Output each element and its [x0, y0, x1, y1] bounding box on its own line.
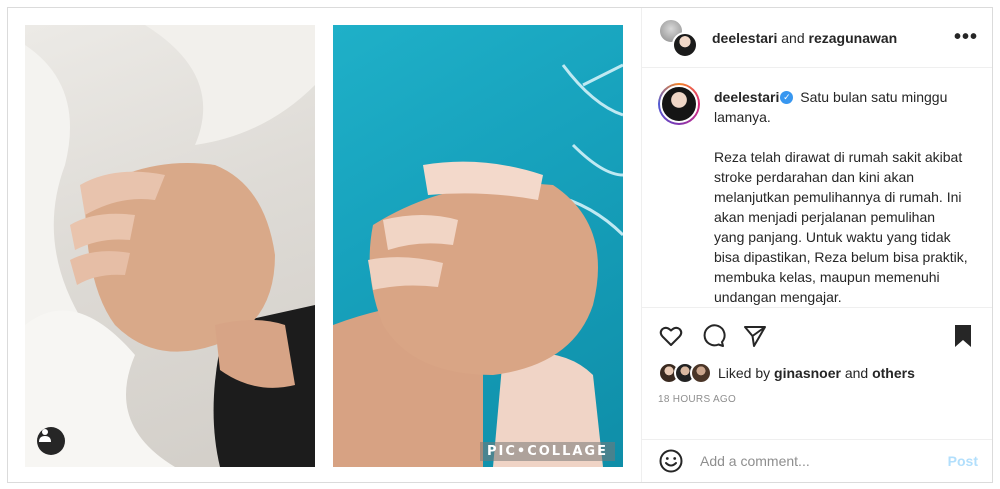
caption-section: deelestari ✓ Satu bulan satu minggu laman… — [642, 69, 992, 307]
header-joiner: and — [781, 29, 805, 46]
caption-username[interactable]: deelestari — [714, 89, 779, 105]
caption-text: deelestari ✓ Satu bulan satu minggu laman… — [714, 83, 969, 307]
post-sidebar: deelestari and rezagunawan ••• deelestar… — [641, 8, 992, 482]
header-usernames: deelestari and rezagunawan — [712, 30, 954, 46]
likes-others-link[interactable]: others — [872, 365, 915, 381]
photo-left-hands-on-sheet — [25, 25, 315, 467]
verified-badge-icon: ✓ — [780, 90, 794, 104]
liker-avatars[interactable] — [658, 362, 712, 384]
liker-username[interactable]: ginasnoer — [774, 365, 841, 381]
photo-right-hands-on-blanket: PIC•COLLAGE — [333, 25, 623, 467]
username-link[interactable]: deelestari — [712, 30, 777, 46]
heart-icon[interactable] — [658, 323, 684, 349]
share-icon[interactable] — [742, 323, 768, 349]
action-bar — [658, 320, 976, 352]
watermark-label: PIC•COLLAGE — [480, 442, 615, 461]
likes-joiner: and — [844, 365, 869, 381]
avatar[interactable] — [658, 83, 700, 125]
post-media[interactable]: PIC•COLLAGE — [8, 8, 641, 482]
user-tag-icon[interactable] — [37, 427, 65, 455]
likes-summary: Liked by ginasnoer and others — [658, 362, 976, 384]
avatar — [672, 31, 698, 58]
post-comment-button[interactable]: Post — [948, 453, 978, 469]
post-timestamp[interactable]: 18 HOURS AGO — [658, 394, 976, 405]
more-horizontal-icon[interactable]: ••• — [954, 26, 978, 49]
collab-avatars[interactable] — [658, 17, 698, 58]
username-link[interactable]: rezagunawan — [809, 30, 898, 46]
bookmark-icon[interactable] — [950, 323, 976, 349]
liked-by-prefix: Liked by — [718, 365, 771, 381]
actions-section: Liked by ginasnoer and others 18 HOURS A… — [642, 307, 992, 405]
comment-input[interactable] — [700, 453, 948, 469]
comment-bar: Post — [642, 439, 992, 482]
instagram-post: PIC•COLLAGE deelestari and rezagunawan •… — [7, 7, 993, 483]
comment-icon[interactable] — [700, 323, 726, 349]
emoji-icon[interactable] — [658, 448, 684, 474]
caption-paragraph: Reza telah dirawat di rumah sakit akibat… — [714, 149, 968, 305]
post-header: deelestari and rezagunawan ••• — [642, 8, 992, 68]
